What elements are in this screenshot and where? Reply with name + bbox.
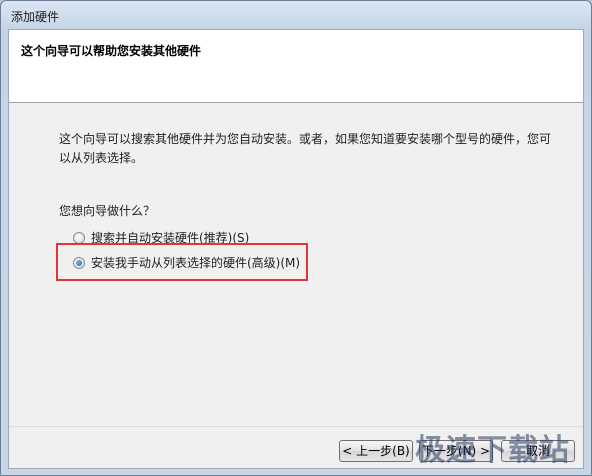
- wizard-content: 这个向导可以帮助您安装其他硬件 这个向导可以搜索其他硬件并为您自动安装。或者，如…: [8, 29, 584, 469]
- radio-auto-search[interactable]: [73, 231, 85, 244]
- highlight-box: [56, 243, 308, 281]
- back-button[interactable]: < 上一步(B): [339, 440, 413, 462]
- wizard-header: 这个向导可以帮助您安装其他硬件: [9, 30, 583, 103]
- watermark-text: 极速下载站: [415, 433, 570, 468]
- add-hardware-window: 添加硬件 这个向导可以帮助您安装其他硬件 这个向导可以搜索其他硬件并为您自动安装…: [0, 0, 592, 476]
- wizard-description: 这个向导可以搜索其他硬件并为您自动安装。或者，如果您知道要安装哪个型号的硬件，您…: [59, 132, 552, 165]
- window-title: 添加硬件: [11, 10, 60, 24]
- wizard-header-title: 这个向导可以帮助您安装其他硬件: [21, 44, 202, 58]
- title-bar[interactable]: 添加硬件: [1, 1, 591, 29]
- wizard-question: 您想向导做什么？: [59, 204, 156, 218]
